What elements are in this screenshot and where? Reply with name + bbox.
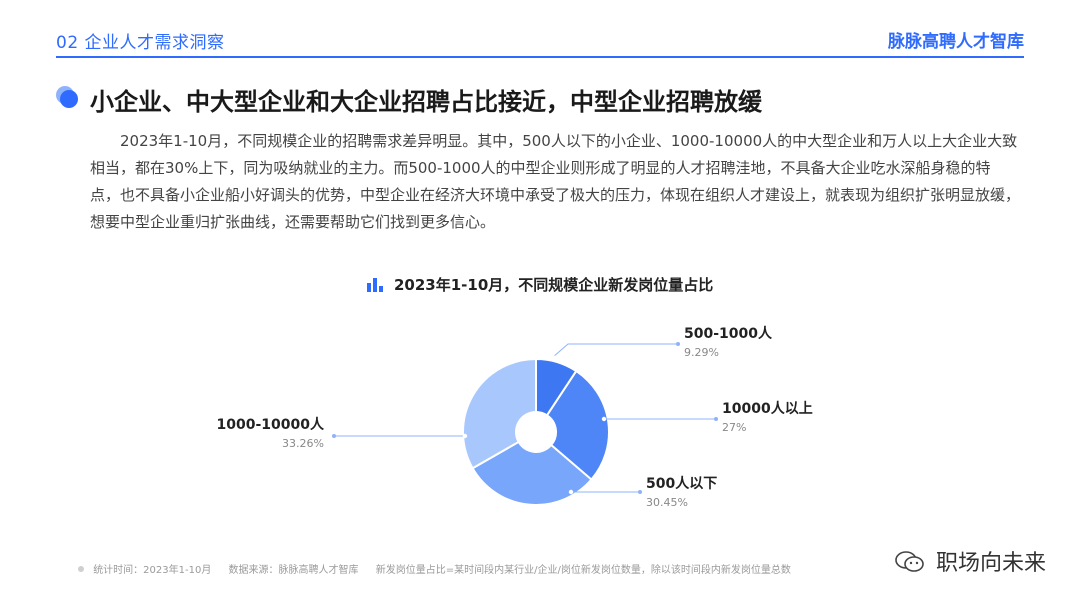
leader-start-dot — [601, 416, 607, 422]
leader-start-dot — [550, 354, 556, 360]
footer-stat-time: 统计时间：2023年1-10月 — [93, 565, 212, 576]
leader-start-dot — [462, 433, 468, 439]
leader-start-dot — [568, 489, 574, 495]
slice-label: 500人以下 — [646, 475, 717, 492]
leader-end-dot — [638, 490, 642, 494]
footer-note: 新发岗位量占比=某时间段内某行业/企业/岗位新发岗位数量，除以该时间段内新发岗位… — [375, 565, 791, 576]
watermark-text: 职场向未来 — [935, 551, 1046, 576]
slice-label: 500-1000人 — [684, 325, 773, 342]
footer-source: 数据来源：脉脉高聘人才智库 — [228, 565, 359, 576]
slice-label: 1000-10000人 — [217, 416, 325, 433]
leader-end-dot — [676, 342, 680, 346]
wechat-icon — [895, 551, 924, 572]
slice-value-label: 33.26% — [282, 437, 324, 450]
slice-value-label: 27% — [722, 421, 746, 434]
leader-line — [552, 343, 678, 358]
footer: 统计时间：2023年1-10月 数据来源：脉脉高聘人才智库 新发岗位量占比=某时… — [78, 561, 805, 576]
leader-end-dot — [332, 434, 336, 438]
watermark: 职场向未来 — [895, 545, 1046, 577]
pie-chart: 500-1000人 9.29% 10000人以上 27% 500人以下 30.45% 100… — [217, 325, 813, 509]
leader-end-dot — [714, 417, 718, 421]
footer-dot-icon — [78, 566, 84, 572]
slice-label: 10000人以上 — [722, 400, 813, 417]
slice-value-label: 30.45% — [646, 496, 688, 509]
slice-value-label: 9.29% — [684, 346, 719, 359]
